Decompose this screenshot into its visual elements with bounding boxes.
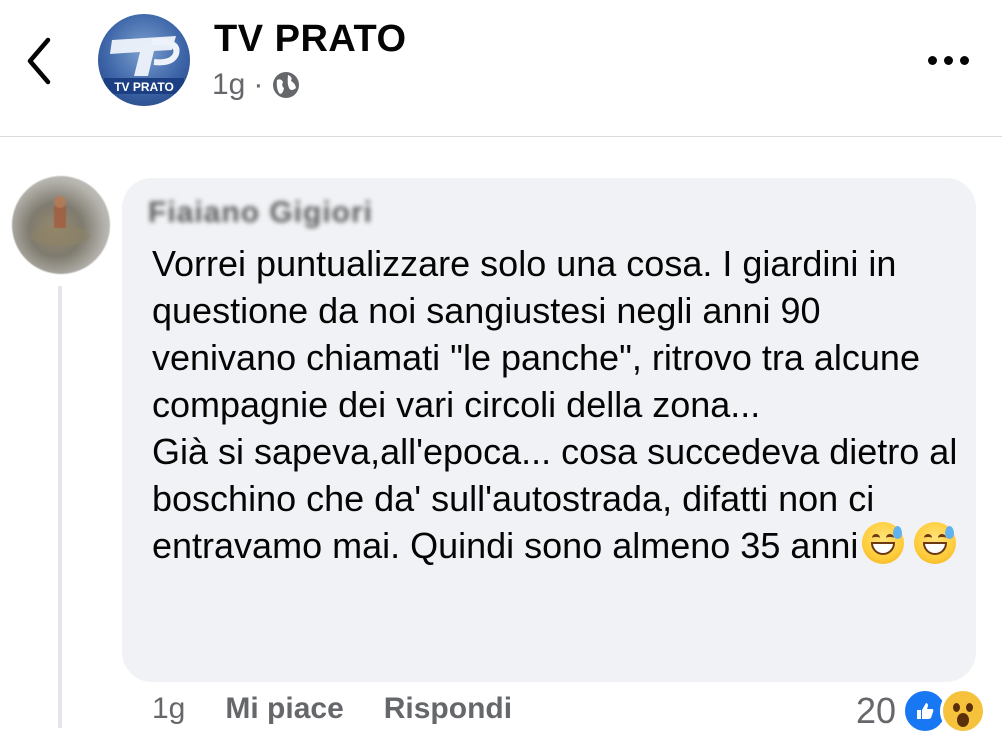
post-meta: 1g · (212, 68, 301, 102)
like-button[interactable]: Mi piace (225, 692, 343, 726)
more-horizontal-icon (928, 55, 937, 65)
comment-time[interactable]: 1g (152, 692, 185, 726)
logo-text: TV PRATO (114, 80, 174, 94)
commenter-avatar[interactable] (12, 176, 110, 274)
grinning-sweat-emoji-icon (914, 522, 957, 564)
reaction-summary[interactable]: 20 (856, 688, 987, 734)
comment-actions: 1g Mi piace Rispondi (152, 692, 512, 726)
reply-thread-line (58, 286, 62, 728)
comment-paragraph: Vorrei puntualizzare solo una cosa. I gi… (152, 243, 920, 425)
back-button[interactable] (18, 30, 64, 92)
more-options-button[interactable] (928, 48, 976, 72)
globe-icon (273, 72, 300, 98)
wow-icon (940, 688, 987, 734)
header-divider (0, 136, 1002, 137)
more-dot (944, 55, 953, 65)
post-time[interactable]: 1g (212, 68, 245, 102)
comment-paragraph-text: Già si sapeva,all'epoca... cosa succedev… (152, 431, 958, 566)
comment-author[interactable]: Fiaiano Gigiori (148, 196, 373, 230)
grinning-sweat-emoji-icon (862, 522, 905, 564)
reaction-count: 20 (856, 690, 897, 731)
reply-button[interactable]: Rispondi (384, 692, 512, 726)
page-name[interactable]: TV PRATO (214, 18, 407, 61)
comment-text: Vorrei puntualizzare solo una cosa. I gi… (152, 240, 962, 569)
comment-paragraph-2: Già si sapeva,all'epoca... cosa succedev… (152, 428, 962, 569)
more-dot (960, 55, 969, 65)
post-header: TV PRATO TV PRATO 1g · (0, 0, 1002, 136)
page-logo[interactable]: TV PRATO (98, 14, 190, 106)
meta-separator: · (253, 68, 264, 101)
chevron-left-icon (27, 37, 51, 85)
